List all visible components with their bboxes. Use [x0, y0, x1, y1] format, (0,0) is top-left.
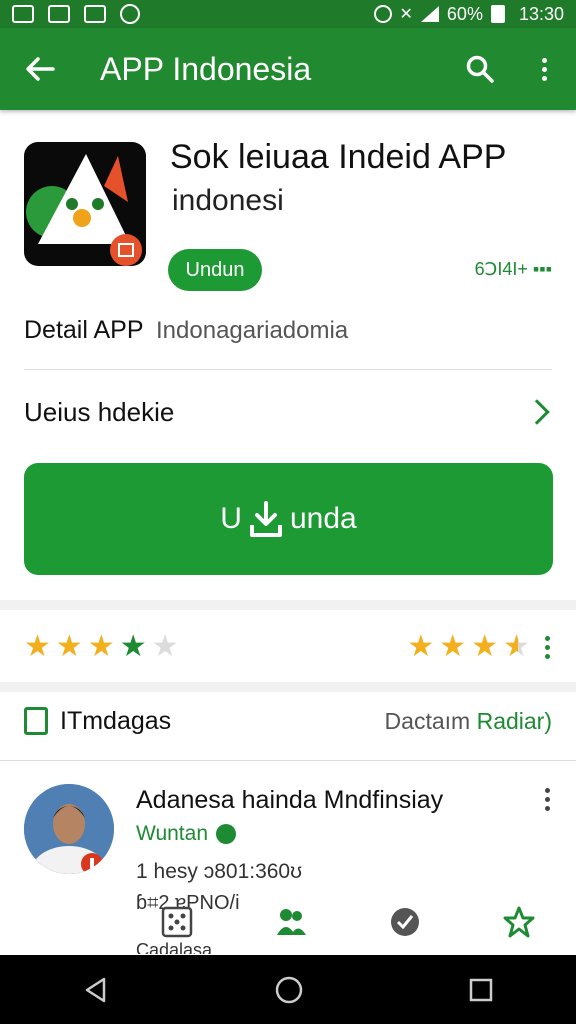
details-link-label: Ueius hdekie: [24, 396, 175, 427]
review-cut-text: Cadalasa: [136, 940, 213, 954]
signal-icon: [420, 6, 439, 22]
grid-icon[interactable]: [160, 905, 194, 939]
star-empty-icon: ★: [151, 629, 179, 664]
section-title: ITmdagas: [60, 706, 172, 735]
search-button[interactable]: [448, 28, 512, 110]
search-icon: [466, 55, 494, 83]
star-icon: ★: [55, 629, 83, 664]
detail-line: Detail APP Indonagariadomia: [24, 316, 348, 345]
download-icon: [249, 501, 282, 537]
rating-row: ★ ★ ★ ★ ★ ★ ★ ★ ★: [0, 612, 576, 682]
screen: ✕ 60% 13:30 APP Indonesia Sok leiuaa Ind…: [0, 0, 576, 1024]
star-icon: ★: [24, 629, 51, 664]
review-meta: 1 hesy ↄ801:360ʊ: [136, 860, 303, 883]
download-count: 6ↃI4I+ ▪▪▪: [474, 259, 552, 279]
download-button-label-right: unda: [289, 502, 357, 535]
app-bar: APP Indonesia: [0, 28, 576, 110]
star-icon: ★: [407, 629, 435, 664]
review-more-button[interactable]: [542, 788, 552, 811]
download-button-label-left: U: [220, 502, 242, 535]
rating-more-icon[interactable]: [542, 635, 552, 659]
image-notification-icon: [48, 5, 70, 23]
bookmark-icon: [24, 707, 48, 735]
battery-percent: 60%: [446, 3, 483, 24]
status-bar: ✕ 60% 13:30: [0, 0, 576, 28]
divider: [24, 369, 552, 370]
divider: [0, 760, 576, 761]
star-icon: ★: [471, 629, 499, 664]
chevron-right-icon: [524, 399, 550, 425]
more-vert-icon: [542, 788, 552, 811]
star-icon: ★: [119, 629, 147, 664]
info-icon: [216, 824, 236, 844]
app-logo: [24, 142, 146, 266]
back-button[interactable]: [0, 28, 80, 110]
app-bar-title: APP Indonesia: [100, 50, 312, 87]
star-outline-icon[interactable]: [502, 905, 536, 939]
rating-stars-left: ★ ★ ★ ★ ★: [24, 632, 179, 662]
install-pill-button[interactable]: Undun: [168, 249, 262, 291]
section-action-green: Radiar): [476, 707, 552, 734]
detail-label: Detail APP: [24, 316, 144, 344]
avatar: [24, 784, 114, 874]
more-vert-icon: [539, 57, 549, 81]
clock: 13:30: [518, 3, 564, 24]
app-developer: indonesi: [172, 184, 284, 217]
section-action-gray: Dactaım: [384, 707, 471, 734]
reviewer-name: Adanesa haindа Mndfinsiay: [136, 786, 444, 814]
star-half-icon: ★: [503, 629, 530, 664]
section-separator: [0, 600, 576, 610]
reviewer-status: Wuntan: [136, 822, 236, 846]
back-arrow-icon: [26, 57, 55, 81]
nav-back-icon[interactable]: [82, 976, 110, 1004]
star-icon: ★: [439, 629, 467, 664]
location-icon: [120, 4, 140, 24]
vibrate-icon: ✕: [399, 6, 413, 23]
system-nav-bar: [0, 955, 576, 1024]
details-link-row[interactable]: Ueius hdekie: [0, 372, 576, 452]
alarm-icon: [373, 5, 392, 23]
notification-icon: [12, 5, 34, 23]
reviewer-status-text: Wuntan: [136, 822, 208, 845]
section-header-row[interactable]: ITmdagas Dactaım Radiar): [0, 690, 576, 752]
star-icon: ★: [87, 629, 115, 664]
more-options-button[interactable]: [512, 28, 576, 110]
rating-stars-right: ★ ★ ★ ★: [407, 632, 530, 662]
badge-icon[interactable]: [388, 905, 422, 939]
detail-value: Indonagariadomia: [156, 317, 349, 344]
people-icon[interactable]: [274, 905, 308, 939]
nav-home-icon[interactable]: [274, 975, 304, 1005]
app-notification-icon: [84, 5, 106, 23]
download-button[interactable]: U unda: [24, 463, 553, 575]
app-name: Sok leiuaa Indeid APP: [170, 138, 507, 176]
nav-recents-icon[interactable]: [468, 977, 494, 1003]
battery-icon: [490, 5, 505, 23]
section-action[interactable]: Dactaım Radiar): [385, 708, 552, 735]
